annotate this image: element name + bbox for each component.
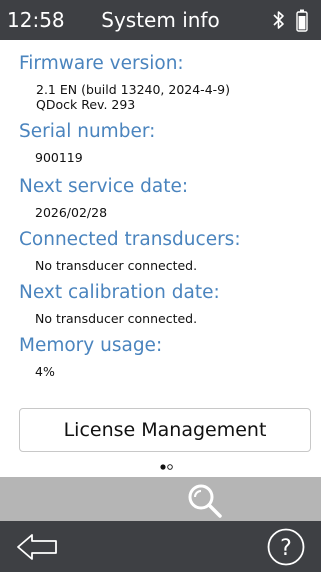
- service-date-label: Next service date:: [19, 176, 189, 197]
- calibration-label: Next calibration date:: [19, 282, 220, 303]
- page-dot-inactive: [167, 464, 173, 470]
- back-arrow-icon[interactable]: [16, 533, 60, 561]
- bluetooth-icon: [273, 11, 284, 29]
- service-date-value: 2026/02/28: [35, 205, 108, 220]
- battery-icon: [296, 9, 308, 32]
- svg-text:?: ?: [280, 536, 292, 561]
- memory-label: Memory usage:: [19, 335, 163, 356]
- firmware-label: Firmware version:: [19, 53, 184, 74]
- serial-label: Serial number:: [19, 121, 156, 142]
- memory-value: 4%: [35, 364, 55, 379]
- page-dot-active: [160, 464, 166, 470]
- calibration-value: No transducer connected.: [35, 311, 198, 326]
- serial-value: 900119: [35, 150, 83, 165]
- search-icon[interactable]: [186, 482, 226, 522]
- firmware-revision: QDock Rev. 293: [36, 97, 136, 112]
- license-management-button[interactable]: License Management: [19, 408, 311, 452]
- status-bar: 12:58 System info: [0, 0, 321, 40]
- navigation-bar: ?: [0, 521, 321, 572]
- transducers-value: No transducer connected.: [35, 258, 198, 273]
- firmware-value: 2.1 EN (build 13240, 2024-4-9): [36, 82, 230, 97]
- search-bar[interactable]: [0, 477, 321, 521]
- transducers-label: Connected transducers:: [19, 229, 241, 250]
- page-indicator: [160, 464, 173, 470]
- help-icon[interactable]: ?: [266, 527, 306, 567]
